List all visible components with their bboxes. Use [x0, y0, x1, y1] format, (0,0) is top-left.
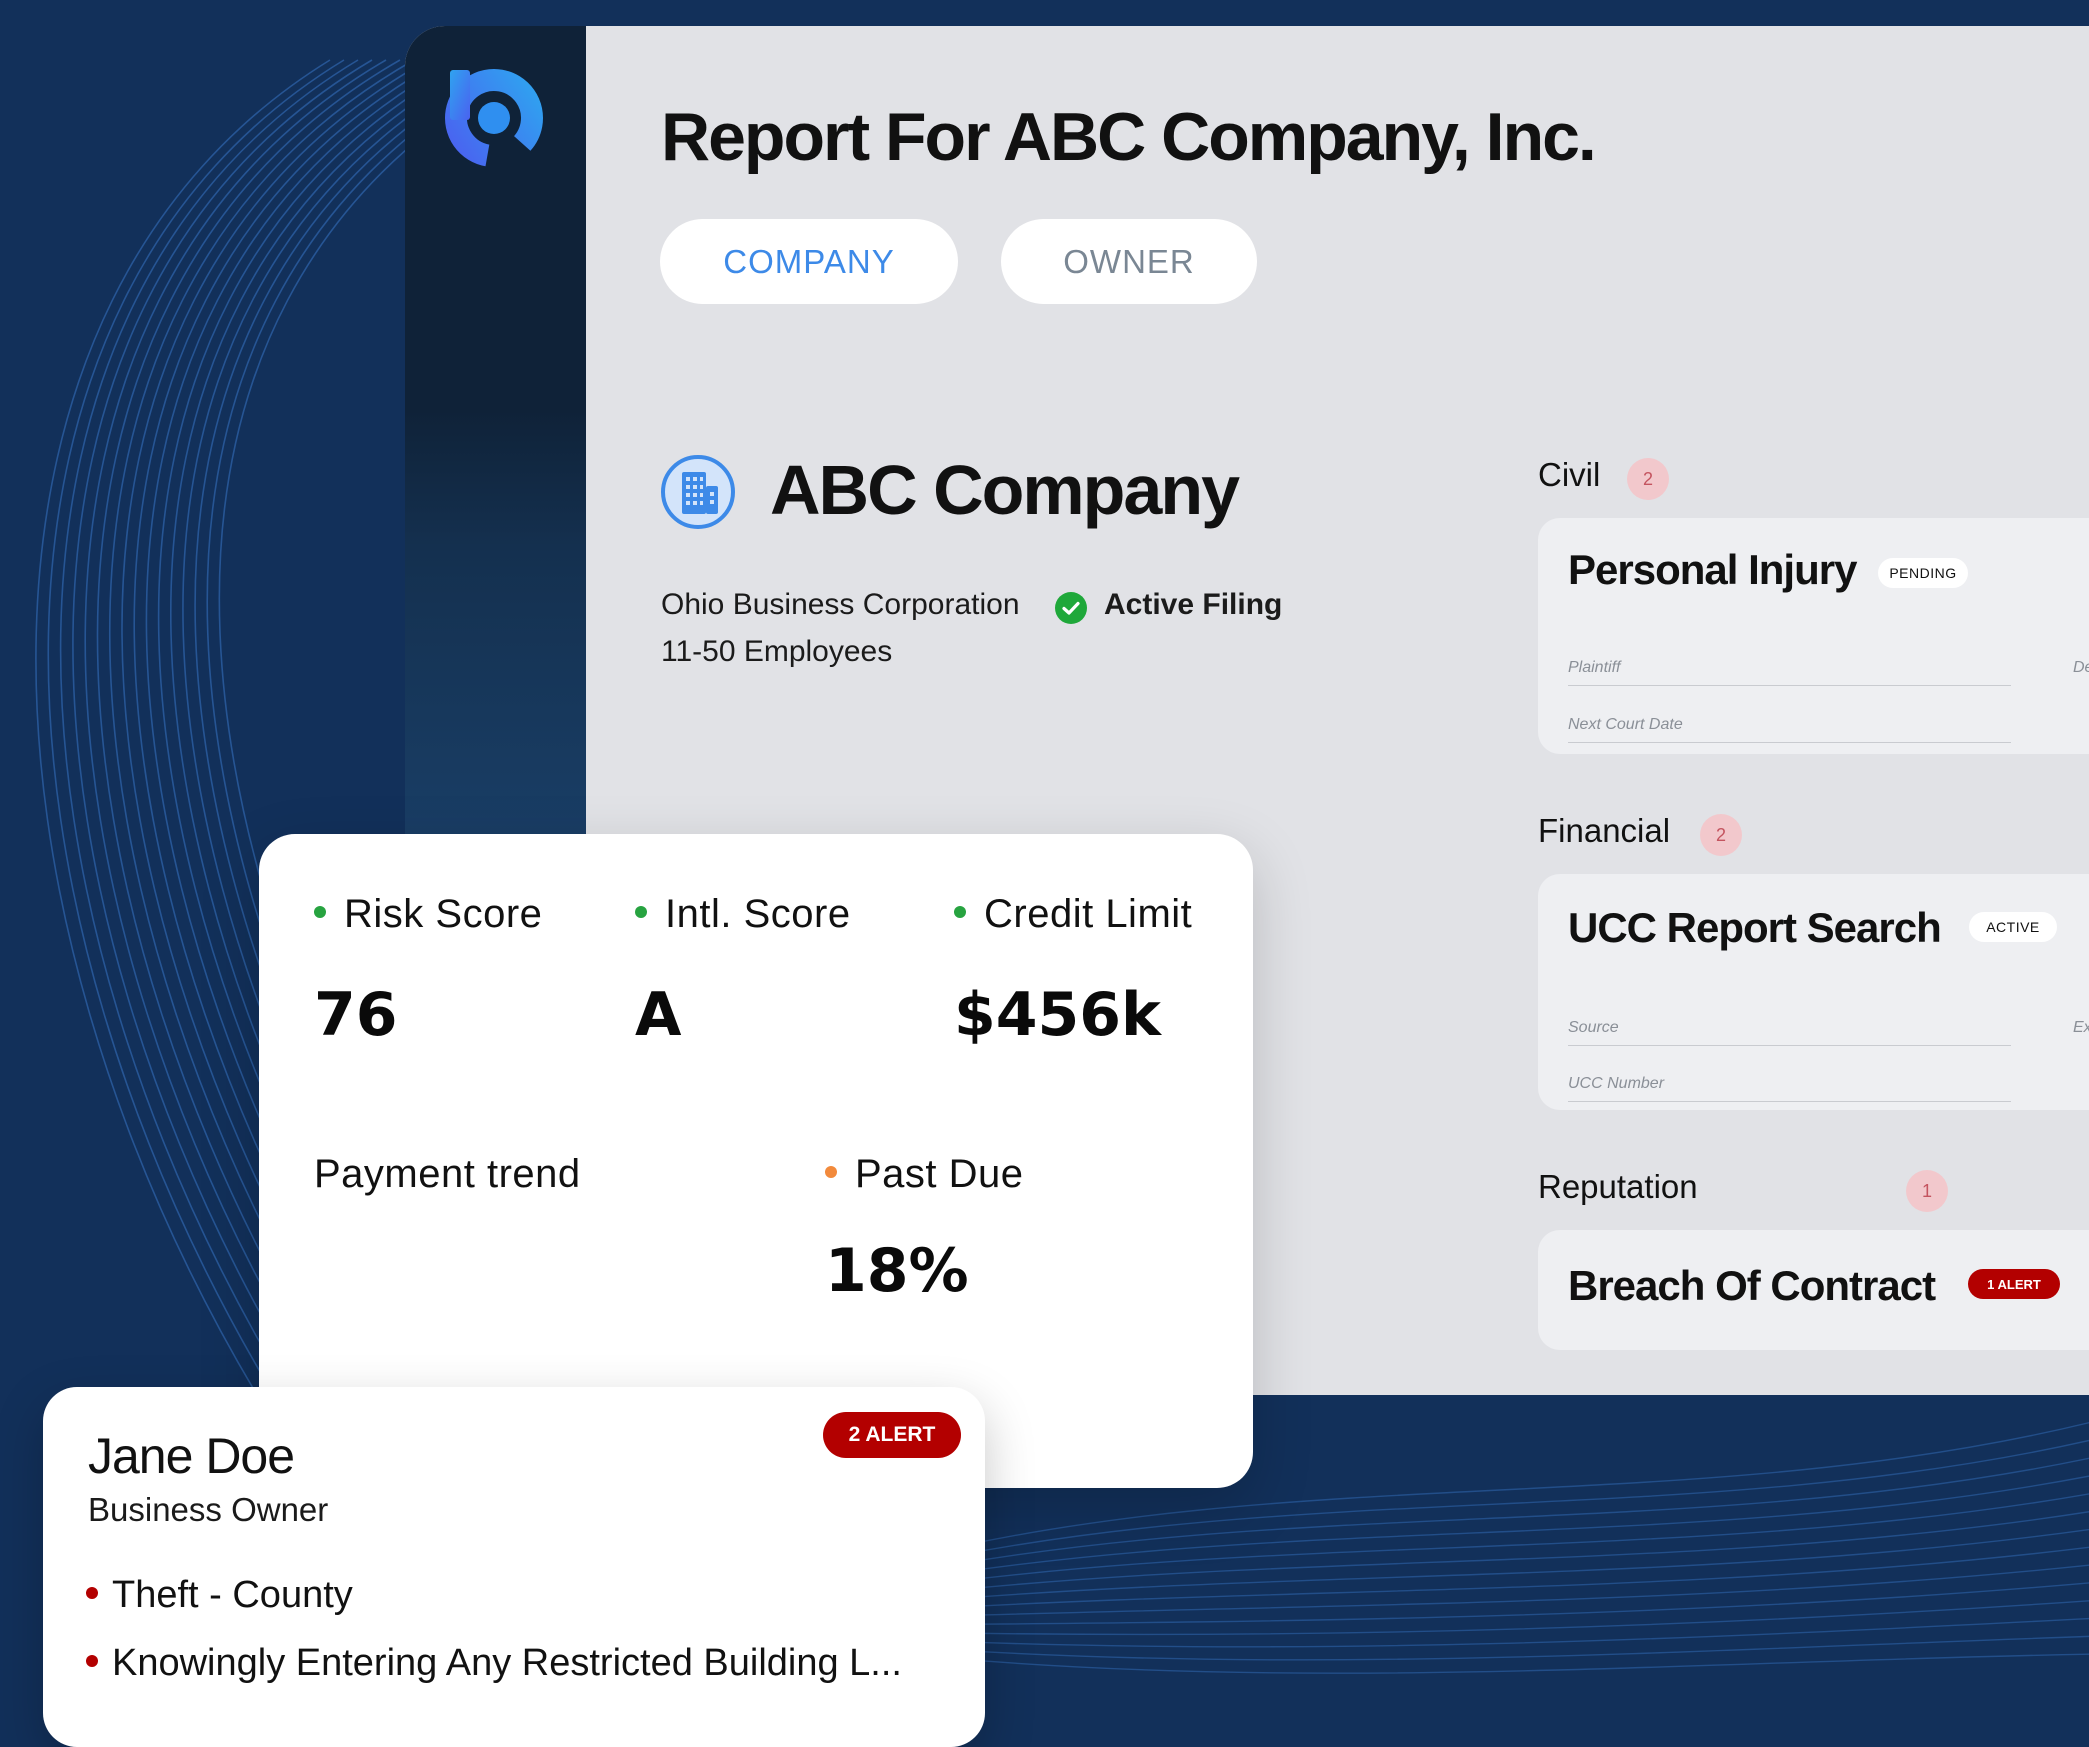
tab-company[interactable]: COMPANY — [660, 219, 958, 304]
company-type: Ohio Business Corporation — [661, 588, 1020, 621]
wave-line — [899, 1510, 2089, 1597]
status-badge: PENDING — [1878, 558, 1968, 588]
case-title: Breach Of Contract — [1568, 1262, 1936, 1309]
section-count-civil: 2 — [1627, 458, 1669, 500]
check-circle-icon — [1055, 592, 1087, 624]
company-name: ABC Company — [770, 451, 1240, 529]
metric-label-intl-score: Intl. Score — [635, 892, 851, 937]
alert-badge: 2 ALERT — [823, 1412, 961, 1458]
field-next-court-date: Next Court Date — [1568, 716, 2011, 743]
field-right-truncated: Ex — [2073, 1019, 2089, 1036]
metric-label-credit-limit: Credit Limit — [954, 892, 1192, 937]
metric-value-risk-score: 76 — [314, 980, 398, 1050]
status-dot — [825, 1166, 837, 1179]
past-due-value: 18% — [825, 1236, 969, 1306]
status-dot — [86, 1654, 98, 1667]
employee-count: 11-50 Employees — [661, 635, 893, 668]
wave-line — [899, 1546, 2089, 1612]
section-label-financial: Financial — [1538, 812, 1671, 849]
field-right-truncated: De — [2073, 659, 2089, 676]
field-ucc-number: UCC Number — [1568, 1075, 2011, 1102]
metric-value-intl-score: A — [635, 980, 682, 1050]
wave-line — [899, 1582, 2089, 1626]
status-badge: ACTIVE — [1969, 912, 2057, 942]
section-count-reputation: 1 — [1906, 1170, 1948, 1212]
brand-b-logo-icon[interactable] — [438, 62, 550, 174]
metric-label-risk-score: Risk Score — [314, 892, 542, 937]
filing-status: Active Filing — [1104, 588, 1283, 621]
report-title: Report For ABC Company, Inc. — [661, 99, 1597, 175]
case-card-breach-of-contract[interactable]: Breach Of Contract 1 ALERT — [1538, 1230, 2089, 1350]
alert-badge: 1 ALERT — [1968, 1269, 2060, 1299]
owner-role: Business Owner — [88, 1491, 329, 1528]
metric-value-credit-limit: $456k — [954, 980, 1161, 1050]
case-title: Personal Injury — [1568, 546, 1857, 593]
status-dot — [86, 1586, 98, 1599]
owner-record-item: Knowingly Entering Any Restricted Buildi… — [86, 1642, 902, 1685]
past-due-label: Past Due — [825, 1152, 1024, 1197]
wave-line — [899, 1600, 2089, 1636]
field-plaintiff: Plaintiff — [1568, 659, 2011, 686]
status-dot — [954, 906, 966, 919]
field-source: Source — [1568, 1019, 2011, 1046]
owner-card[interactable]: Jane Doe Business Owner 2 ALERT Theft - … — [43, 1387, 985, 1747]
payment-trend-label: Payment trend — [314, 1152, 581, 1196]
case-card-ucc-report-search[interactable]: UCC Report Search ACTIVE Source UCC Numb… — [1538, 874, 2089, 1110]
case-title: UCC Report Search — [1568, 904, 1942, 951]
case-card-personal-injury[interactable]: Personal Injury PENDING Plaintiff Next C… — [1538, 518, 2089, 754]
section-label-reputation: Reputation — [1538, 1168, 1698, 1205]
owner-record-item: Theft - County — [86, 1574, 353, 1617]
wave-line — [899, 1635, 2089, 1661]
building-icon — [661, 455, 735, 529]
tab-owner[interactable]: OWNER — [1001, 219, 1257, 304]
status-dot — [635, 906, 647, 919]
status-dot — [314, 906, 326, 919]
section-count-financial: 2 — [1700, 814, 1742, 856]
section-label-civil: Civil — [1538, 456, 1601, 493]
owner-name: Jane Doe — [88, 1428, 295, 1484]
